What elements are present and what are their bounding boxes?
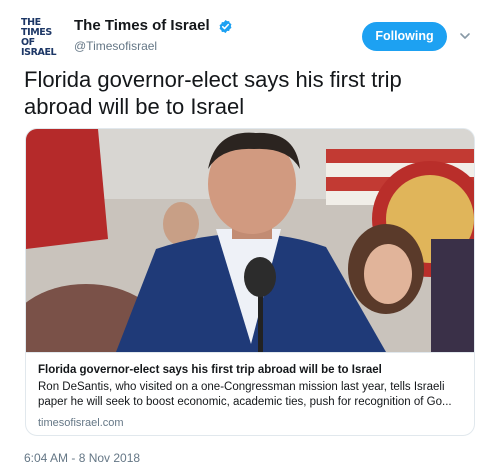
card-description-line-2: paper he will seek to boost economic, ac… xyxy=(38,396,452,408)
tweet-text: Florida governor-elect says his first tr… xyxy=(24,66,476,120)
following-button[interactable]: Following xyxy=(362,22,447,51)
verified-badge-icon xyxy=(219,19,232,33)
tweet-header: THE TIMES OF ISRAEL The Times of Israel … xyxy=(21,16,481,60)
card-domain[interactable]: timesofisrael.com xyxy=(38,416,124,430)
timestamp[interactable]: 6:04 AM - 8 Nov 2018 xyxy=(24,451,140,465)
card-title[interactable]: Florida governor-elect says his first tr… xyxy=(38,363,463,377)
display-name[interactable]: The Times of Israel xyxy=(74,16,210,36)
handle[interactable]: @Timesofisrael xyxy=(74,38,233,54)
avatar[interactable]: THE TIMES OF ISRAEL xyxy=(21,18,65,58)
avatar-line-1: THE TIMES xyxy=(21,17,52,38)
card-description-line-1: Ron DeSantis, who visited on a one-Congr… xyxy=(38,381,445,393)
tweet-text-line-2: abroad will be to Israel xyxy=(24,94,245,119)
tweet: THE TIMES OF ISRAEL The Times of Israel … xyxy=(0,0,500,471)
tweet-text-line-1: Florida governor-elect says his first tr… xyxy=(24,67,402,92)
card-description: Ron DeSantis, who visited on a one-Congr… xyxy=(38,380,463,410)
account-names: The Times of Israel @Timesofisrael xyxy=(74,16,233,54)
link-card[interactable]: Florida governor-elect says his first tr… xyxy=(25,128,475,436)
card-body: Florida governor-elect says his first tr… xyxy=(26,352,474,435)
avatar-line-2: OF ISRAEL xyxy=(21,37,57,58)
chevron-down-icon[interactable] xyxy=(459,30,471,42)
card-image[interactable] xyxy=(26,129,474,352)
